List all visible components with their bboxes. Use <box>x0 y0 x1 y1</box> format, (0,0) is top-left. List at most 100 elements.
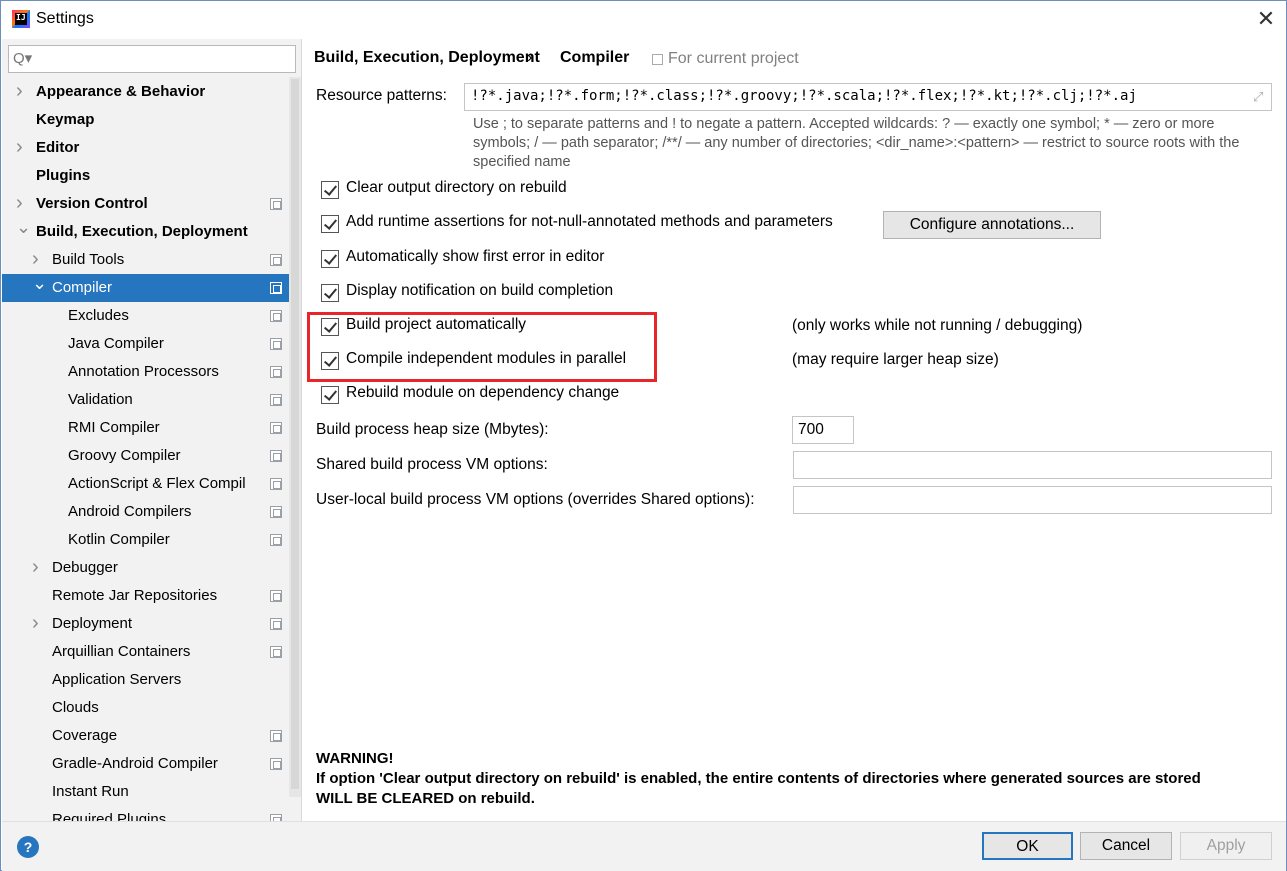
expand-icon[interactable]: ⤢ <box>1253 90 1267 104</box>
chevron-right-icon[interactable]: › <box>16 77 23 105</box>
checkbox[interactable] <box>321 386 339 404</box>
project-scope-icon <box>270 730 282 742</box>
intellij-app-icon: IJ <box>12 10 30 28</box>
tree-item[interactable]: Clouds <box>2 694 289 722</box>
tree-item[interactable]: Gradle-Android Compiler <box>2 750 289 778</box>
resource-patterns-value: !?*.java;!?*.form;!?*.class;!?*.groovy;!… <box>471 88 1137 104</box>
user-vm-input[interactable] <box>793 486 1272 514</box>
tree-item[interactable]: › Debugger <box>2 554 289 582</box>
tree-item-label: Compiler <box>52 279 113 296</box>
tree-item-label: Groovy Compiler <box>68 447 181 464</box>
option-label: Clear output directory on rebuild <box>346 179 567 196</box>
heap-size-value: 700 <box>798 421 824 438</box>
tree-item[interactable]: Plugins <box>2 162 289 190</box>
option-label: Add runtime assertions for not-null-anno… <box>346 213 833 230</box>
chevron-right-icon[interactable]: › <box>32 609 39 637</box>
heap-size-label: Build process heap size (Mbytes): <box>316 421 549 438</box>
title-bar: IJ Settings ✕ <box>1 1 1286 39</box>
chevron-right-icon[interactable]: › <box>32 553 39 581</box>
tree-item-label: Build Tools <box>52 251 125 268</box>
project-scope-icon <box>270 310 282 322</box>
tree-item[interactable]: Application Servers <box>2 666 289 694</box>
chevron-down-icon[interactable]: ⌄ <box>16 213 31 241</box>
tree-item[interactable]: ⌄ Compiler <box>2 273 301 302</box>
tree-item[interactable]: › Appearance & Behavior <box>2 78 289 106</box>
settings-search-input[interactable] <box>37 49 287 69</box>
cancel-button[interactable]: Cancel <box>1080 832 1172 860</box>
tree-item[interactable]: RMI Compiler <box>2 414 289 442</box>
tree-item[interactable]: Annotation Processors <box>2 358 289 386</box>
project-scope-icon <box>270 282 282 294</box>
shared-vm-label: Shared build process VM options: <box>316 456 548 473</box>
checkbox[interactable] <box>321 215 339 233</box>
tree-item[interactable]: Excludes <box>2 302 289 330</box>
tree-item[interactable]: Groovy Compiler <box>2 442 289 470</box>
project-scope-icon <box>270 758 282 770</box>
breadcrumb-separator: › <box>527 49 533 66</box>
project-scope-icon <box>270 338 282 350</box>
tree-item[interactable]: › Deployment <box>2 610 289 638</box>
tree-item[interactable]: Arquillian Containers <box>2 638 289 666</box>
project-scope-icon <box>270 422 282 434</box>
apply-button[interactable]: Apply <box>1180 832 1272 860</box>
close-icon[interactable]: ✕ <box>1254 7 1278 31</box>
heap-size-input[interactable]: 700 <box>792 416 854 444</box>
breadcrumb-parent: Build, Execution, Deployment <box>314 49 540 66</box>
project-scope-icon <box>270 450 282 462</box>
settings-search-field[interactable]: Q▾ <box>8 45 296 73</box>
tree-item-label: Annotation Processors <box>68 363 219 380</box>
ok-button[interactable]: OK <box>982 832 1073 860</box>
tree-item[interactable]: Coverage <box>2 722 289 750</box>
settings-tree-panel: Q▾ › Appearance & Behavior Keymap › Editor Pl… <box>2 39 302 821</box>
tree-item[interactable]: Required Plugins <box>2 806 289 821</box>
dialog-button-bar: ? OK Cancel Apply <box>2 821 1286 871</box>
user-vm-label: User-local build process VM options (ove… <box>316 491 755 508</box>
checkbox[interactable] <box>321 250 339 268</box>
tree-item-label: Version Control <box>36 195 148 212</box>
checkbox[interactable] <box>321 284 339 302</box>
tree-item[interactable]: › Version Control <box>2 190 289 218</box>
parallel-compile-note: (may require larger heap size) <box>792 351 999 368</box>
annotation-highlight-box <box>307 312 657 382</box>
project-scope-icon <box>270 254 282 266</box>
tree-item[interactable]: Keymap <box>2 106 289 134</box>
checkbox[interactable] <box>321 181 339 199</box>
option-label: Display notification on build completion <box>346 282 614 299</box>
tree-scrollbar-thumb[interactable] <box>291 79 299 789</box>
resource-patterns-help: Use ; to separate patterns and ! to nega… <box>473 116 1240 170</box>
tree-item[interactable]: › Editor <box>2 134 289 162</box>
project-scope-icon <box>270 366 282 378</box>
tree-item[interactable]: ⌄ Build, Execution, Deployment <box>2 217 289 246</box>
chevron-down-icon[interactable]: ⌄ <box>32 269 47 297</box>
project-scope-icon <box>270 646 282 658</box>
tree-item[interactable]: Java Compiler <box>2 330 289 358</box>
tree-item-label: Required Plugins <box>52 811 167 821</box>
tree-item[interactable]: Remote Jar Repositories <box>2 582 289 610</box>
tree-item[interactable]: ActionScript & Flex Compil <box>2 470 289 498</box>
settings-dialog: IJ Settings ✕ Q▾ › Appearance & Behavior K… <box>0 0 1287 871</box>
tree-item[interactable]: Android Compilers <box>2 498 289 526</box>
configure-annotations-button[interactable]: Configure annotations... <box>883 211 1101 239</box>
warning-message: WARNING! If option 'Clear output directo… <box>316 749 1201 809</box>
resource-patterns-label: Resource patterns: <box>316 87 447 104</box>
tree-item[interactable]: Instant Run <box>2 778 289 806</box>
resource-patterns-field[interactable]: !?*.java;!?*.form;!?*.class;!?*.groovy;!… <box>464 83 1272 111</box>
project-scope-icon <box>270 618 282 630</box>
project-scope-icon <box>270 198 282 210</box>
tree-item-label: Appearance & Behavior <box>36 83 206 100</box>
tree-item-label: Application Servers <box>52 671 182 688</box>
tree-item-label: Gradle-Android Compiler <box>52 755 218 772</box>
tree-item[interactable]: Kotlin Compiler <box>2 526 289 554</box>
tree-item-label: Plugins <box>36 167 91 184</box>
tree-item-label: Debugger <box>52 559 118 576</box>
window-title: Settings <box>36 10 94 27</box>
tree-item[interactable]: Validation <box>2 386 289 414</box>
search-icon: Q▾ <box>13 50 33 67</box>
project-scope-icon <box>270 394 282 406</box>
option-label: Rebuild module on dependency change <box>346 384 620 401</box>
chevron-right-icon[interactable]: › <box>16 133 23 161</box>
shared-vm-input[interactable] <box>793 451 1272 479</box>
tree-item-label: Remote Jar Repositories <box>52 587 218 604</box>
project-scope-icon <box>270 478 282 490</box>
help-icon[interactable]: ? <box>17 836 39 858</box>
